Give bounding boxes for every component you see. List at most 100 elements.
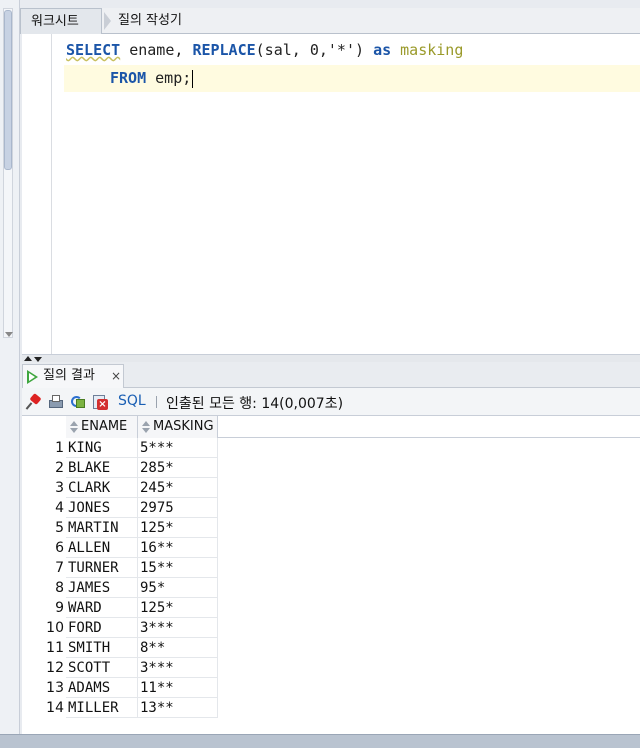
cell-ename[interactable]: BLAKE	[66, 458, 138, 478]
cell-masking[interactable]: 11**	[138, 678, 218, 698]
column-ename: ename,	[120, 41, 193, 59]
left-scrollbar-thumb[interactable]	[4, 10, 12, 170]
tab-query-builder[interactable]: 질의 작성기	[108, 8, 192, 34]
pin-icon[interactable]	[25, 393, 42, 410]
cell-masking[interactable]: 95*	[138, 578, 218, 598]
cell-ename[interactable]: ADAMS	[66, 678, 138, 698]
table-row[interactable]: 1 KING 5***	[22, 438, 218, 458]
table-row[interactable]: 14 MILLER 13**	[22, 698, 218, 718]
cell-ename[interactable]: MARTIN	[66, 518, 138, 538]
cell-masking[interactable]: 285*	[138, 458, 218, 478]
row-number: 14	[46, 700, 64, 716]
cell-ename[interactable]: SMITH	[66, 638, 138, 658]
function-replace: REPLACE	[192, 41, 256, 59]
cell-masking[interactable]: 3***	[138, 658, 218, 678]
sql-link[interactable]: SQL	[118, 393, 146, 409]
row-number: 3	[55, 480, 64, 496]
table-row[interactable]: 12 SCOTT 3***	[22, 658, 218, 678]
cell-masking[interactable]: 2975	[138, 498, 218, 518]
cell-ename[interactable]: TURNER	[66, 558, 138, 578]
row-number: 4	[55, 500, 64, 516]
table-row[interactable]: 4 JONES 2975	[22, 498, 218, 518]
row-number: 5	[55, 520, 64, 536]
cell-masking[interactable]: 5***	[138, 438, 218, 458]
cell-ename[interactable]: MILLER	[66, 698, 138, 718]
tab-worksheet-label: 워크시트	[31, 14, 79, 29]
cell-masking[interactable]: 125*	[138, 598, 218, 618]
close-icon[interactable]: ×	[111, 365, 121, 387]
editor-gutter	[22, 34, 52, 354]
left-panel-strip	[0, 0, 20, 748]
cell-masking[interactable]: 125*	[138, 518, 218, 538]
function-args: (sal, 0,'*')	[255, 41, 374, 59]
keyword-select: SELECT	[66, 41, 121, 59]
table-row[interactable]: 8 JAMES 95*	[22, 578, 218, 598]
keyword-from: FROM	[110, 69, 147, 87]
code-line-2: FROM emp;	[110, 68, 194, 88]
cell-masking[interactable]: 16**	[138, 538, 218, 558]
grid-header: ENAME MASKING	[22, 416, 640, 438]
query-results-panel: 질의 결과 × × SQL 인출된 모든 행: 14(0,007초) ENAME…	[22, 362, 640, 734]
cell-ename[interactable]: JONES	[66, 498, 138, 518]
refresh-icon[interactable]	[70, 394, 86, 410]
row-number: 12	[46, 660, 64, 676]
cancel-icon[interactable]: ×	[92, 394, 108, 410]
row-number: 8	[55, 580, 64, 596]
text-caret	[192, 69, 194, 88]
cell-masking[interactable]: 13**	[138, 698, 218, 718]
table-row[interactable]: 6 ALLEN 16**	[22, 538, 218, 558]
results-grid[interactable]: ENAME MASKING 1 KING 5*** 2 BLAKE 285* 3 CLARK 2…	[22, 416, 640, 734]
cell-ename[interactable]: KING	[66, 438, 138, 458]
table-row[interactable]: 11 SMITH 8**	[22, 638, 218, 658]
tab-worksheet[interactable]: 워크시트	[20, 8, 102, 34]
play-icon	[27, 370, 38, 384]
toolbar-divider	[156, 396, 157, 408]
print-icon[interactable]	[48, 394, 64, 410]
code-line-1: SELECT ename, REPLACE(sal, 0,'*') as mas…	[66, 40, 463, 60]
row-number: 1	[55, 440, 64, 456]
sort-icon[interactable]	[142, 421, 150, 433]
table-row[interactable]: 10 FORD 3***	[22, 618, 218, 638]
cell-masking[interactable]: 245*	[138, 478, 218, 498]
tab-query-result[interactable]: 질의 결과 ×	[22, 364, 124, 388]
splitter-up-arrow-icon[interactable]	[24, 356, 32, 361]
tab-query-builder-label: 질의 작성기	[118, 13, 182, 28]
row-number: 6	[55, 540, 64, 556]
cell-ename[interactable]: WARD	[66, 598, 138, 618]
cell-ename[interactable]: FORD	[66, 618, 138, 638]
cell-ename[interactable]: CLARK	[66, 478, 138, 498]
keyword-as: as	[373, 41, 392, 59]
row-number-header	[22, 416, 66, 438]
results-toolbar: × SQL 인출된 모든 행: 14(0,007초)	[22, 388, 640, 416]
table-row[interactable]: 5 MARTIN 125*	[22, 518, 218, 538]
scroll-down-arrow-icon[interactable]	[5, 332, 13, 337]
cell-masking[interactable]: 8**	[138, 638, 218, 658]
tab-query-result-label: 질의 결과	[43, 368, 95, 383]
results-tab-bar: 질의 결과 ×	[22, 362, 640, 388]
row-number: 7	[55, 560, 64, 576]
table-row[interactable]: 7 TURNER 15**	[22, 558, 218, 578]
cell-ename[interactable]: SCOTT	[66, 658, 138, 678]
column-header-masking-label: MASKING	[153, 419, 214, 434]
row-number: 2	[55, 460, 64, 476]
row-number: 10	[46, 620, 64, 636]
column-header-masking[interactable]: MASKING	[138, 416, 218, 438]
column-header-ename[interactable]: ENAME	[66, 416, 138, 438]
status-bar	[0, 734, 640, 748]
fetch-status-text: 인출된 모든 행: 14(0,007초)	[166, 396, 344, 412]
cell-ename[interactable]: JAMES	[66, 578, 138, 598]
cell-masking[interactable]: 3***	[138, 618, 218, 638]
sort-icon[interactable]	[70, 421, 78, 433]
panel-splitter[interactable]	[22, 354, 640, 362]
table-row[interactable]: 9 WARD 125*	[22, 598, 218, 618]
alias-masking: masking	[391, 41, 464, 59]
sql-editor[interactable]: SELECT ename, REPLACE(sal, 0,'*') as mas…	[22, 34, 640, 354]
table-row[interactable]: 2 BLAKE 285*	[22, 458, 218, 478]
table-row[interactable]: 3 CLARK 245*	[22, 478, 218, 498]
row-number: 13	[46, 680, 64, 696]
row-number: 9	[55, 600, 64, 616]
editor-tab-bar: 워크시트 질의 작성기	[20, 8, 640, 34]
table-row[interactable]: 13 ADAMS 11**	[22, 678, 218, 698]
cell-masking[interactable]: 15**	[138, 558, 218, 578]
cell-ename[interactable]: ALLEN	[66, 538, 138, 558]
